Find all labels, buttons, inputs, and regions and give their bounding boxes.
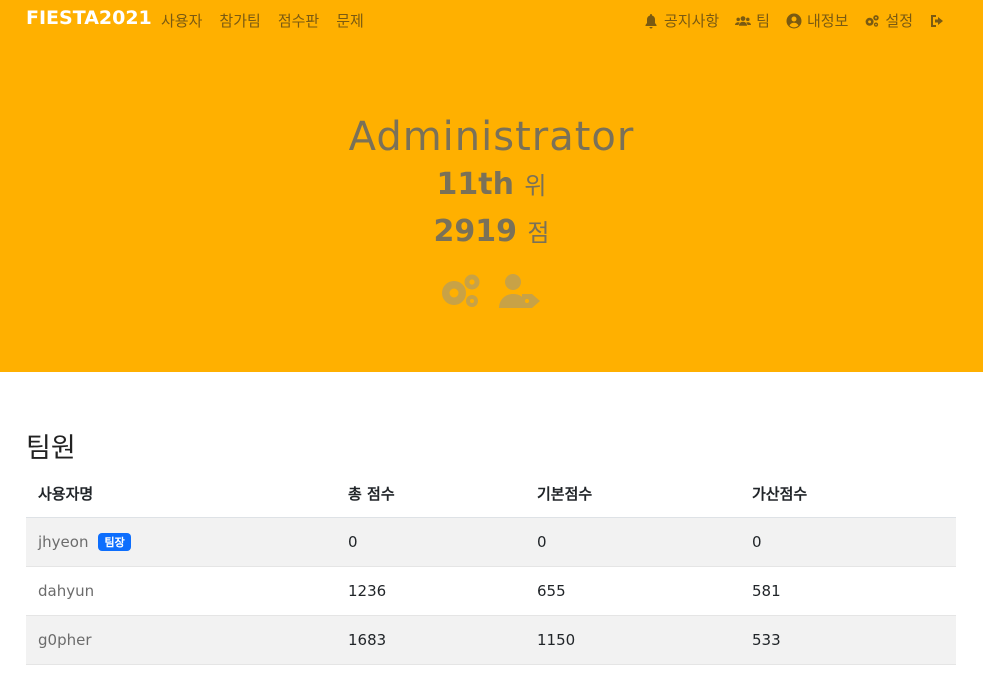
total-score-cell: 1683: [336, 615, 525, 665]
gears-icon: [438, 272, 482, 310]
nav-scoreboard[interactable]: 점수판: [278, 10, 319, 31]
user-tag-icon: [498, 272, 542, 310]
member-link[interactable]: g0pher: [38, 631, 92, 649]
nav-team-label: 팀: [756, 12, 770, 30]
score-unit: 점: [527, 219, 550, 247]
member-name-cell: g0pher: [26, 615, 336, 665]
team-settings-button[interactable]: [438, 272, 482, 310]
table-row: g0pher 1683 1150 533: [26, 615, 956, 665]
member-link[interactable]: dahyun: [38, 582, 94, 600]
gears-icon: [864, 13, 880, 29]
col-base-score: 기본점수: [525, 470, 740, 518]
nav-users[interactable]: 사용자: [161, 10, 202, 31]
col-total-score: 총 점수: [336, 470, 525, 518]
bell-icon: [643, 13, 659, 29]
leader-badge: 팀장: [98, 533, 131, 552]
nav-team[interactable]: 팀: [735, 10, 770, 31]
bonus-score-cell: 533: [740, 615, 956, 665]
total-score-cell: 0: [336, 517, 525, 567]
member-name-cell: jhyeon 팀장: [26, 517, 336, 567]
bonus-score-cell: 581: [740, 566, 956, 616]
total-score-cell: 1236: [336, 566, 525, 616]
member-link[interactable]: jhyeon: [38, 533, 88, 551]
col-username: 사용자명: [26, 470, 336, 518]
base-score-cell: 0: [525, 517, 740, 567]
table-header-row: 사용자명 총 점수 기본점수 가산점수: [26, 470, 956, 518]
rank-value: 11th: [436, 167, 514, 202]
team-rank: 11th 위: [0, 162, 983, 209]
nav-challenges[interactable]: 문제: [336, 10, 364, 31]
team-score: 2919 점: [0, 209, 983, 256]
users-icon: [735, 13, 752, 29]
top-navbar: FIESTA2021 사용자 참가팀 점수판 문제 공지사항 팀 내정보 설정: [0, 0, 983, 40]
table-row: dahyun 1236 655 581: [26, 566, 956, 616]
nav-my-info-label: 내정보: [806, 12, 849, 30]
members-title: 팀원: [26, 433, 76, 464]
nav-settings[interactable]: 설정: [864, 10, 913, 31]
members-table: 사용자명 총 점수 기본점수 가산점수 jhyeon 팀장 0 0 0 dahyu…: [26, 470, 956, 665]
bonus-score-cell: 0: [740, 517, 956, 567]
team-name: Administrator: [348, 114, 635, 160]
nav-notices[interactable]: 공지사항: [643, 10, 719, 31]
member-name-cell: dahyun: [26, 566, 336, 616]
rank-unit: 위: [524, 172, 547, 200]
team-hero: FIESTA2021 사용자 참가팀 점수판 문제 공지사항 팀 내정보 설정 …: [0, 0, 983, 372]
user-circle-icon: [786, 13, 802, 29]
nav-notices-label: 공지사항: [663, 12, 720, 30]
nav-settings-label: 설정: [885, 12, 913, 30]
nav-logout[interactable]: [929, 13, 945, 29]
col-bonus-score: 가산점수: [740, 470, 956, 518]
base-score-cell: 1150: [525, 615, 740, 665]
table-row: jhyeon 팀장 0 0 0: [26, 517, 956, 567]
profile-actions: [438, 272, 542, 310]
team-profile: Administrator 11th 위 2919 점: [0, 112, 983, 256]
nav-user-menu: 공지사항 팀 내정보 설정: [643, 10, 945, 31]
base-score-cell: 655: [525, 566, 740, 616]
team-member-manage-button[interactable]: [498, 272, 542, 310]
score-value: 2919: [433, 214, 517, 249]
brand-link[interactable]: FIESTA2021: [26, 7, 152, 29]
nav-teams[interactable]: 참가팀: [219, 10, 260, 31]
nav-my-info[interactable]: 내정보: [786, 10, 848, 31]
sign-out-icon: [929, 13, 945, 29]
nav-main-menu: 사용자 참가팀 점수판 문제: [161, 10, 364, 31]
